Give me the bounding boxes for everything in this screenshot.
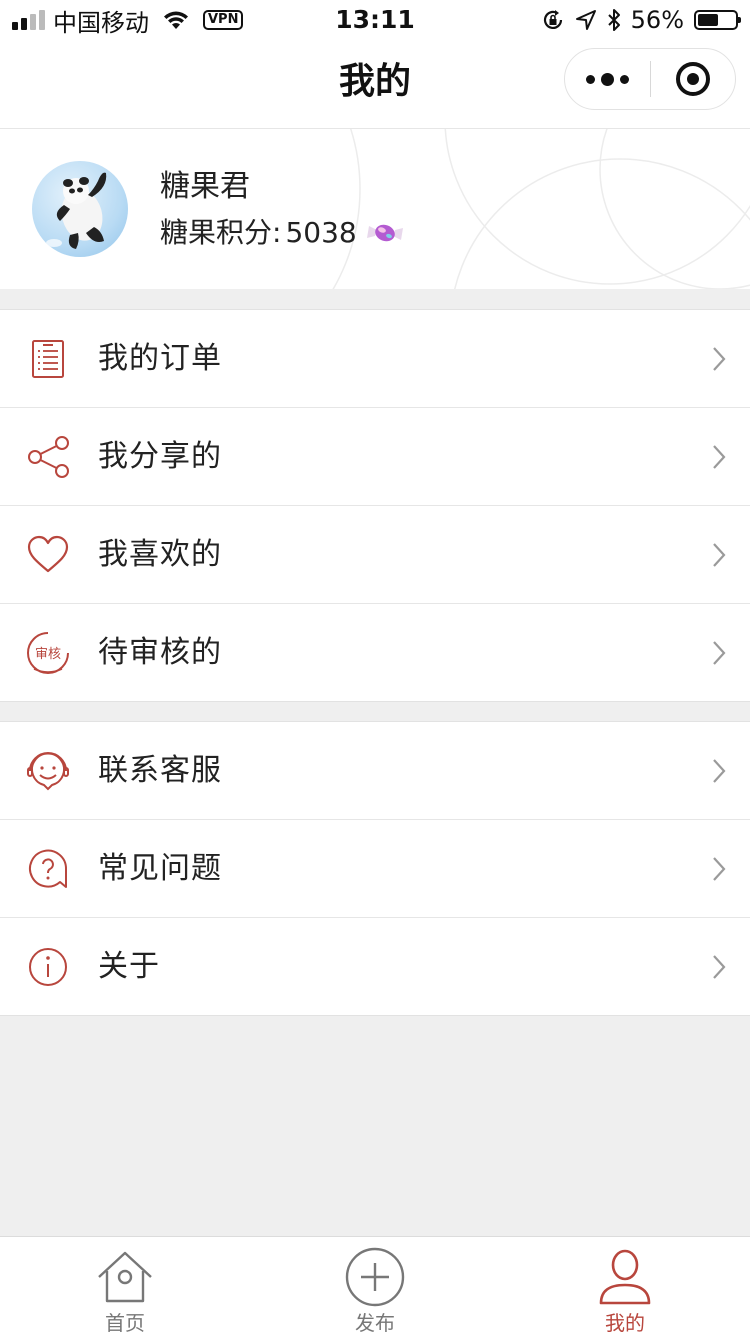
- menu-item-label: 关于: [98, 949, 160, 984]
- menu-item-faq[interactable]: 常见问题: [0, 820, 750, 918]
- tab-label: 发布: [355, 1311, 395, 1334]
- chevron-right-icon: [713, 543, 726, 567]
- points-row: 糖果积分: 5038: [160, 213, 405, 253]
- menu-item-liked[interactable]: 我喜欢的: [0, 506, 750, 604]
- menu-group-support: 联系客服 常见问题 关于: [0, 721, 750, 1016]
- chevron-right-icon: [713, 857, 726, 881]
- battery-icon: [694, 10, 741, 30]
- menu-item-contact-service[interactable]: 联系客服: [0, 722, 750, 820]
- tab-bar: 首页 发布 我的: [0, 1236, 750, 1334]
- profile-card[interactable]: 糖果君 糖果积分: 5038: [0, 129, 750, 289]
- chevron-right-icon: [713, 641, 726, 665]
- tab-label: 我的: [605, 1311, 645, 1334]
- location-arrow-icon: [575, 10, 596, 30]
- question-icon: [29, 849, 68, 888]
- battery-fill: [698, 14, 719, 26]
- tab-home[interactable]: 首页: [0, 1237, 250, 1334]
- more-dots-icon: [585, 74, 595, 84]
- page: 中国移动 VPN 13:11 56% 我的 糖果君 糖果积分: 5038 我的订…: [0, 0, 750, 1334]
- menu-item-label: 我的订单: [98, 341, 222, 376]
- chevron-right-icon: [713, 759, 726, 783]
- menu-item-shared[interactable]: 我分享的: [0, 408, 750, 506]
- review-stamp-icon: 审核: [27, 632, 69, 674]
- user-icon: [599, 1249, 651, 1305]
- menu-group-orders: 我的订单 我分享的 我喜欢的 审核 待审核的: [0, 309, 750, 702]
- order-list-icon: [32, 340, 64, 378]
- points-label: 糖果积分:: [160, 216, 282, 249]
- menu-item-label: 联系客服: [98, 753, 222, 788]
- menu-item-label: 我分享的: [98, 439, 222, 474]
- bluetooth-icon: [607, 9, 620, 31]
- target-icon: [675, 62, 710, 96]
- chevron-right-icon: [713, 955, 726, 979]
- close-miniprogram-button[interactable]: [651, 49, 736, 109]
- info-icon: [29, 948, 67, 986]
- menu-item-label: 我喜欢的: [98, 537, 222, 572]
- share-icon: [28, 436, 69, 478]
- chevron-right-icon: [713, 445, 726, 469]
- status-right: 56%: [541, 4, 741, 36]
- candy-icon: [366, 224, 403, 242]
- review-stamp-text: 审核: [35, 647, 61, 662]
- tab-label: 首页: [105, 1311, 145, 1334]
- username: 糖果君: [160, 169, 250, 204]
- chevron-right-icon: [713, 347, 726, 371]
- tab-mine[interactable]: 我的: [500, 1237, 750, 1334]
- avatar[interactable]: [32, 161, 128, 257]
- miniprogram-capsule: [564, 48, 736, 110]
- battery-percent: 56%: [630, 6, 684, 34]
- menu-item-label: 常见问题: [98, 851, 222, 886]
- plus-circle-icon: [345, 1247, 405, 1307]
- more-button[interactable]: [565, 49, 650, 109]
- customer-service-icon: [27, 752, 69, 791]
- home-icon: [98, 1251, 152, 1303]
- tab-publish[interactable]: 发布: [250, 1237, 500, 1334]
- nav-bar: 我的: [0, 40, 750, 129]
- panda-avatar-icon: [46, 172, 107, 249]
- status-bar: 中国移动 VPN 13:11 56%: [0, 0, 750, 40]
- points-value: 5038: [285, 216, 357, 249]
- rotation-lock-icon: [543, 10, 562, 29]
- menu-item-pending-review[interactable]: 审核 待审核的: [0, 604, 750, 701]
- heart-icon: [27, 535, 69, 573]
- menu-item-orders[interactable]: 我的订单: [0, 310, 750, 408]
- menu-item-label: 待审核的: [98, 635, 222, 670]
- menu-item-about[interactable]: 关于: [0, 918, 750, 1015]
